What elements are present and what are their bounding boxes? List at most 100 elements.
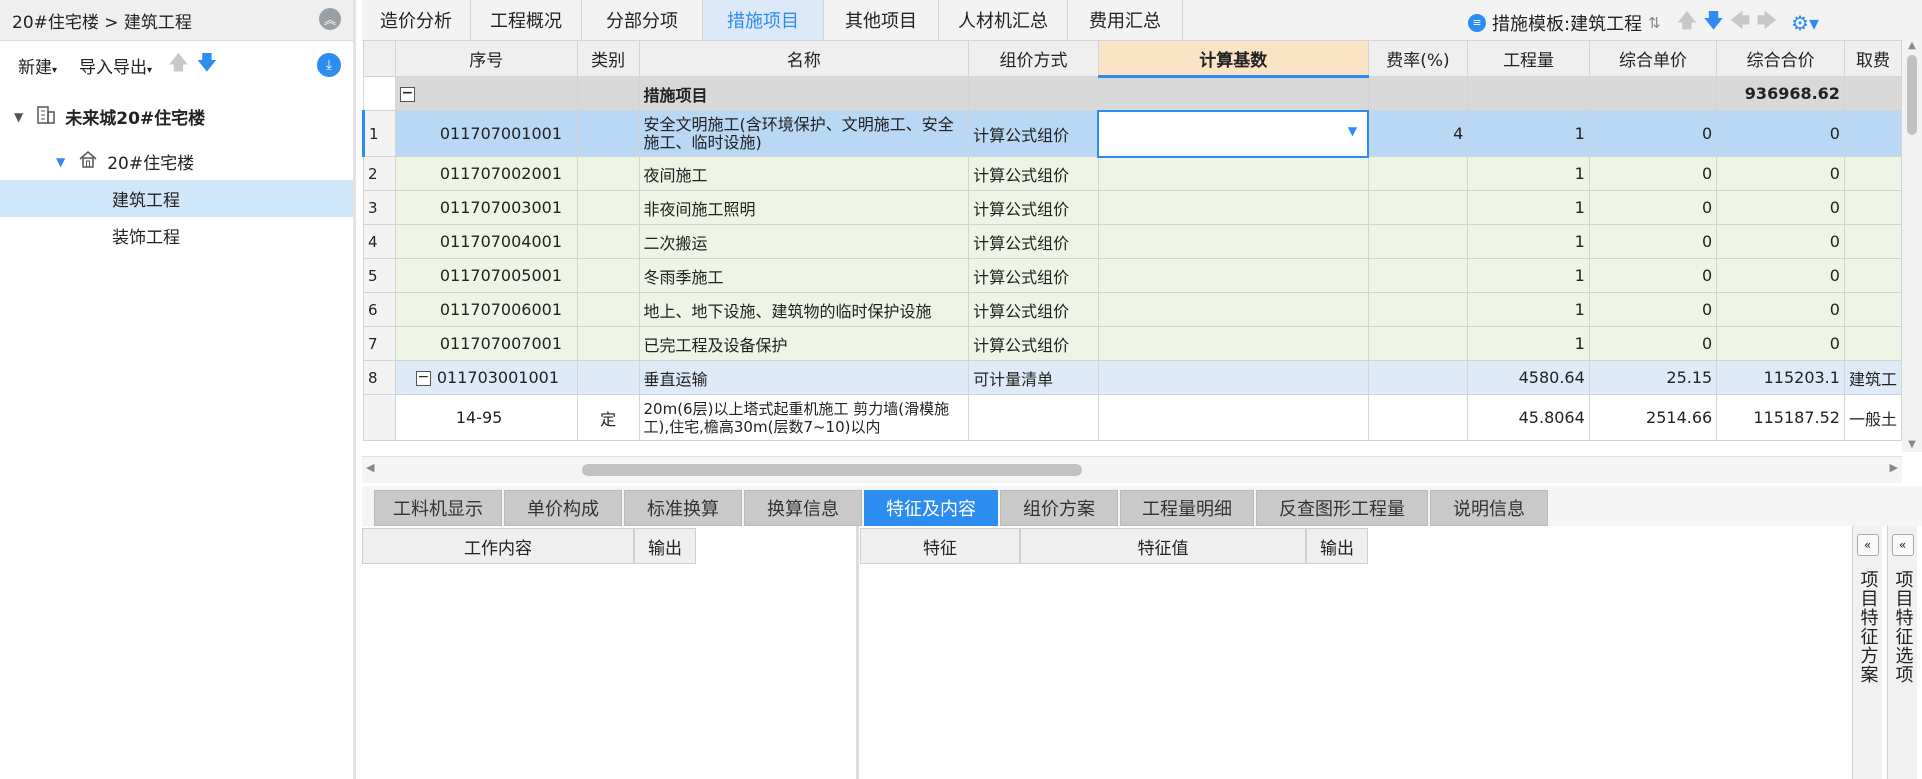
item-fee[interactable] [1843,326,1902,361]
sort-icon[interactable]: ⇅ [1648,14,1661,32]
item-total[interactable]: 0 [1716,156,1845,191]
item-qty[interactable]: 45.8064 [1467,394,1590,441]
move-down-icon[interactable]: 🡇 [197,48,218,82]
table-row[interactable]: 6 011707006001 地上、地下设施、建筑物的临时保护设施 计算公式组价… [363,292,1902,327]
item-code[interactable]: 011707002001 [394,156,578,191]
item-unit-price[interactable]: 0 [1588,326,1718,361]
collapse-panel-icon[interactable]: ︽ [319,8,341,30]
item-unit-price[interactable]: 0 [1588,258,1718,293]
item-total[interactable]: 0 [1716,190,1845,225]
item-code[interactable]: 011707005001 [394,258,578,293]
item-method[interactable]: 计算公式组价 [968,326,1099,361]
item-type[interactable] [576,326,640,361]
item-total[interactable]: 115187.52 [1716,394,1845,441]
table-row[interactable]: 7 011707007001 已完工程及设备保护 计算公式组价 1 0 0 [363,326,1902,361]
expand-left-icon[interactable]: « [1856,534,1879,556]
item-code[interactable]: 011707006001 [394,292,578,327]
scroll-left-icon[interactable]: ◀ [366,461,374,474]
col-header-output[interactable]: 输出 [634,528,696,564]
scroll-up-icon[interactable]: ▲ [1902,40,1922,51]
expand-arrow-icon[interactable]: ▼ [14,110,23,124]
item-name[interactable]: 已完工程及设备保护 [638,326,970,361]
col-header-feature-output[interactable]: 输出 [1306,528,1368,564]
item-rate[interactable] [1367,156,1469,191]
tab-reverse-graphic-quantity[interactable]: 反查图形工程量 [1256,490,1428,526]
item-code[interactable]: 011707001001 [394,110,578,157]
new-button[interactable]: 新建▾ [18,53,57,78]
item-type[interactable] [576,224,640,259]
item-qty[interactable]: 1 [1467,292,1590,327]
move-right-icon[interactable]: 🡆 [1756,6,1777,40]
item-total[interactable]: 0 [1716,110,1845,157]
table-row[interactable]: 8 −011703001001 垂直运输 可计量清单 4580.64 25.15… [363,360,1902,395]
item-code-cell[interactable]: −011703001001 [394,360,578,395]
settings-icon[interactable]: ⚙▾ [1791,11,1819,35]
item-fee[interactable]: 建筑工 [1843,360,1902,395]
col-header-no[interactable]: 序号 [394,40,578,77]
item-code[interactable]: 011707003001 [394,190,578,225]
item-rate[interactable] [1367,224,1469,259]
item-rate[interactable] [1367,394,1469,441]
col-header-name[interactable]: 名称 [638,40,970,77]
expand-left-icon[interactable]: « [1891,534,1914,556]
item-type[interactable] [576,258,640,293]
item-method[interactable]: 可计量清单 [968,360,1099,395]
item-qty[interactable]: 1 [1467,326,1590,361]
scroll-right-icon[interactable]: ▶ [1890,461,1898,474]
item-code[interactable]: 011707007001 [394,326,578,361]
table-row[interactable]: 4 011707004001 二次搬运 计算公式组价 1 0 0 [363,224,1902,259]
tree-child[interactable]: ▼ 20#住宅楼 [0,143,353,180]
expand-arrow-icon[interactable]: ▼ [56,155,65,169]
col-header-total[interactable]: 综合合价 [1716,40,1845,77]
import-export-button[interactable]: 导入导出▾ [79,53,152,78]
item-unit-price[interactable]: 0 [1588,156,1718,191]
col-header-type[interactable]: 类别 [576,40,640,77]
col-header-method[interactable]: 组价方式 [968,40,1099,77]
item-unit-price[interactable]: 2514.66 [1588,394,1718,441]
move-up-icon[interactable]: 🡅 [1677,6,1698,40]
template-selector[interactable]: ≡ 措施模板:建筑工程 ⇅ 🡅 🡇 🡄 🡆 ⚙▾ [1468,6,1819,40]
table-row[interactable]: 2 011707002001 夜间施工 计算公式组价 1 0 0 [363,156,1902,191]
item-rate[interactable] [1367,258,1469,293]
base-input[interactable]: ▼ [1097,109,1370,158]
item-rate[interactable] [1367,326,1469,361]
item-method[interactable]: 计算公式组价 [968,292,1099,327]
item-method[interactable]: 计算公式组价 [968,190,1099,225]
tab-standard-conversion[interactable]: 标准换算 [624,490,742,526]
tab-labor-material[interactable]: 人材机汇总 [939,0,1068,40]
item-unit-price[interactable]: 0 [1588,292,1718,327]
tab-sub-items[interactable]: 分部分项 [582,0,703,40]
item-base[interactable] [1097,156,1369,191]
item-rate[interactable] [1367,190,1469,225]
tab-measures[interactable]: 措施项目 [703,0,824,40]
tab-quantity-details[interactable]: 工程量明细 [1120,490,1254,526]
table-row[interactable]: 1 011707001001 安全文明施工(含环境保护、文明施工、安全施工、临时… [362,109,1902,158]
item-rate[interactable]: 4 [1367,110,1469,157]
item-name[interactable]: 非夜间施工照明 [638,190,970,225]
tree-item-building-works[interactable]: 建筑工程 [0,180,353,217]
horizontal-scroll-thumb[interactable] [582,464,1082,476]
group-row[interactable]: − 措施项目 936968.62 [363,76,1902,111]
item-name[interactable]: 地上、地下设施、建筑物的临时保护设施 [638,292,970,327]
dropdown-arrow-icon[interactable]: ▼ [1348,124,1357,138]
item-name[interactable]: 垂直运输 [638,360,970,395]
corner-cell[interactable] [363,40,396,77]
collapse-icon[interactable]: − [399,86,415,102]
item-rate[interactable] [1367,292,1469,327]
tab-pricing-scheme[interactable]: 组价方案 [1000,490,1118,526]
item-unit-price[interactable]: 0 [1588,190,1718,225]
tab-fee-summary[interactable]: 费用汇总 [1068,0,1183,40]
collapse-icon[interactable]: − [415,370,431,386]
col-header-feature-value[interactable]: 特征值 [1020,528,1306,564]
item-type[interactable]: 定 [576,394,640,441]
col-header-base[interactable]: 计算基数 [1097,40,1369,78]
item-base[interactable] [1097,292,1369,327]
item-method[interactable]: 计算公式组价 [968,258,1099,293]
item-qty[interactable]: 1 [1467,224,1590,259]
item-name[interactable]: 二次搬运 [638,224,970,259]
item-base[interactable] [1097,258,1369,293]
item-total[interactable]: 0 [1716,258,1845,293]
tab-conversion-info[interactable]: 换算信息 [744,490,862,526]
table-row[interactable]: 5 011707005001 冬雨季施工 计算公式组价 1 0 0 [363,258,1902,293]
item-method[interactable]: 计算公式组价 [968,156,1099,191]
